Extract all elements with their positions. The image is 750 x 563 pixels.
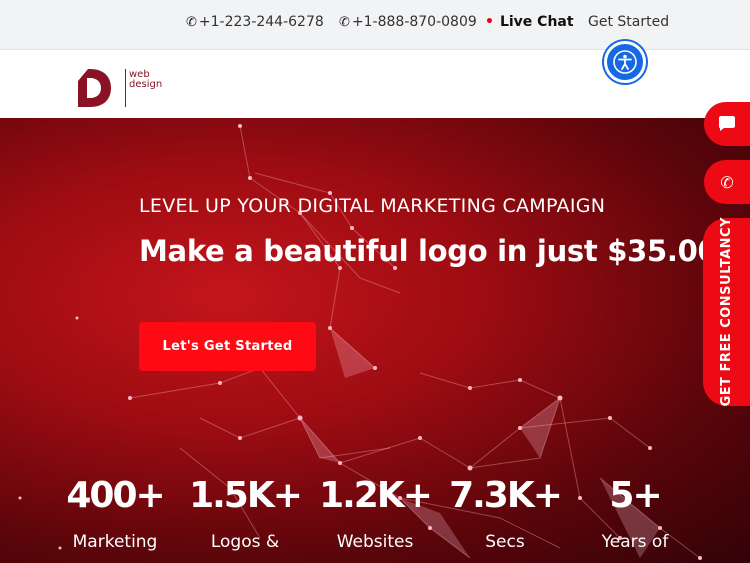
stat-label: Logos & (210, 532, 280, 552)
phone-icon: ✆ (720, 172, 734, 192)
accessibility-button[interactable] (604, 41, 646, 83)
stat-number: 400+ (66, 475, 165, 516)
stat-logos: 1.5K+ Logos & (185, 478, 305, 551)
stat-label: Marketing (72, 532, 158, 552)
chat-bubble-icon (719, 116, 735, 131)
live-dot-icon: • (485, 14, 494, 30)
phone-number-2: +1-888-870-0809 (351, 14, 477, 30)
top-contact-bar: ✆ +1-223-244-6278 ✆ +1-888-870-0809 • Li… (0, 0, 750, 50)
stat-years: 5+ Years of (575, 478, 695, 551)
phone-number-1: +1-223-244-6278 (198, 14, 324, 30)
logo-divider (125, 69, 126, 107)
live-chat-label: Live Chat (499, 14, 574, 30)
logo-word-design: design (129, 79, 163, 90)
stat-label: Years of (601, 532, 669, 552)
stat-secs: 7.3K+ Secs (445, 478, 565, 551)
get-started-link[interactable]: Get Started (588, 14, 669, 30)
accessibility-icon (613, 50, 637, 74)
floating-phone-button[interactable]: ✆ (704, 160, 750, 204)
get-started-label: Get Started (588, 14, 670, 30)
stat-number: 7.3K+ (449, 475, 563, 516)
phone-icon: ✆ (339, 14, 350, 30)
free-consultancy-tab[interactable]: GET FREE CONSULTANCY (703, 217, 750, 407)
stat-label: Secs (485, 532, 525, 552)
live-chat-link[interactable]: • Live Chat (485, 14, 574, 30)
stat-websites: 1.2K+ Websites (315, 478, 435, 551)
stat-number: 1.5K+ (189, 475, 303, 516)
get-started-button[interactable]: Let's Get Started (139, 322, 316, 371)
stat-number: 1.2K+ (319, 475, 433, 516)
logo-wordmark: web design (129, 70, 162, 90)
hero-title: Make a beautiful logo in just $35.00 (139, 234, 718, 268)
floating-chat-button[interactable] (704, 102, 750, 146)
hero-subtitle: LEVEL UP YOUR DIGITAL MARKETING CAMPAIGN (139, 195, 606, 217)
stat-label: Websites (336, 532, 414, 552)
logo-d-mark (78, 69, 111, 107)
stat-marketing: 400+ Marketing (55, 478, 175, 551)
hero-section: LEVEL UP YOUR DIGITAL MARKETING CAMPAIGN… (0, 118, 750, 563)
free-consultancy-label: GET FREE CONSULTANCY (719, 217, 734, 407)
phone-link-2[interactable]: ✆ +1-888-870-0809 (339, 14, 477, 30)
phone-icon: ✆ (186, 14, 197, 30)
stat-number: 5+ (609, 475, 662, 516)
site-logo[interactable]: web design (78, 69, 178, 109)
phone-link-1[interactable]: ✆ +1-223-244-6278 (186, 14, 324, 30)
